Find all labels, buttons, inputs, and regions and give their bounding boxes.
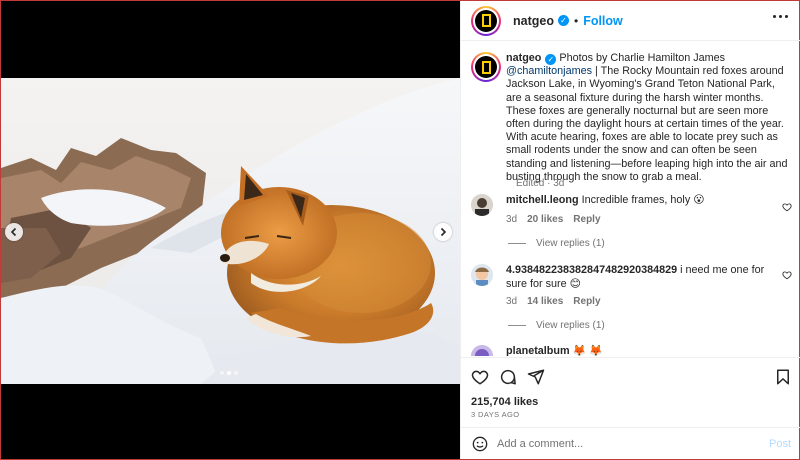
comment-reply-button[interactable]: Reply bbox=[573, 214, 600, 225]
verified-badge-icon: ✓ bbox=[557, 15, 569, 26]
comment-username[interactable]: 4.938482238382847482920384829 bbox=[506, 264, 677, 276]
header-separator: • bbox=[573, 13, 579, 28]
comment-text: mitchell.leong Incredible frames, holy 😮 bbox=[506, 194, 768, 208]
caption-text: natgeo ✓ Photos by Charlie Hamilton James… bbox=[506, 52, 790, 184]
comment-composer: Post bbox=[461, 427, 800, 459]
post-comment-button[interactable]: Post bbox=[769, 438, 791, 450]
comment-input[interactable] bbox=[497, 436, 757, 452]
chevron-left-icon bbox=[10, 227, 17, 237]
comment-username[interactable]: mitchell.leong bbox=[506, 194, 579, 206]
comment-heart-icon[interactable] bbox=[782, 270, 792, 280]
chevron-right-icon bbox=[440, 227, 447, 237]
follow-button[interactable]: Follow bbox=[583, 14, 623, 28]
bookmark-icon[interactable] bbox=[774, 368, 792, 386]
carousel-prev-button[interactable] bbox=[5, 223, 23, 241]
view-replies-button[interactable]: View replies (1) bbox=[508, 238, 605, 249]
more-options-icon[interactable] bbox=[773, 15, 788, 18]
view-replies-label: View replies (1) bbox=[536, 320, 605, 331]
comment-likes[interactable]: 14 likes bbox=[527, 296, 563, 307]
instagram-post: natgeo ✓ • Follow natgeo ✓ Photos by Char… bbox=[0, 0, 800, 460]
comment-text: planetalbum 🦊 🦊 bbox=[506, 345, 768, 356]
heart-icon[interactable] bbox=[471, 368, 489, 386]
avatar[interactable] bbox=[471, 264, 493, 286]
caption-avatar[interactable] bbox=[471, 52, 501, 82]
comment-meta: 3d 20 likes Reply bbox=[506, 214, 601, 225]
comments-scroll-area[interactable]: natgeo ✓ Photos by Charlie Hamilton James… bbox=[461, 42, 800, 356]
verified-badge-icon: ✓ bbox=[545, 54, 557, 66]
view-replies-button[interactable]: View replies (1) bbox=[508, 320, 605, 331]
carousel-next-button[interactable] bbox=[434, 223, 452, 241]
carousel-indicator bbox=[220, 371, 238, 375]
comment-content: Incredible frames, holy 😮 bbox=[581, 194, 705, 206]
caption-username[interactable]: natgeo bbox=[506, 52, 541, 64]
caption-prefix: Photos by Charlie Hamilton James bbox=[559, 52, 726, 64]
comment-age: 3d bbox=[506, 296, 518, 307]
comment-username[interactable]: planetalbum bbox=[506, 345, 570, 356]
emoji-icon[interactable] bbox=[472, 436, 488, 452]
caption-edited-timestamp: Edited · 3d bbox=[516, 178, 565, 189]
post-actions: 215,704 likes 3 DAYS AGO bbox=[461, 357, 800, 427]
comment-heart-icon[interactable] bbox=[782, 202, 792, 212]
avatar[interactable] bbox=[471, 5, 501, 36]
post-media bbox=[1, 1, 460, 459]
post-details-panel: natgeo ✓ • Follow natgeo ✓ Photos by Char… bbox=[460, 1, 800, 459]
carousel-dot bbox=[234, 371, 238, 375]
avatar[interactable] bbox=[471, 194, 493, 216]
comment-reply-button[interactable]: Reply bbox=[573, 296, 600, 307]
comment-icon[interactable] bbox=[499, 368, 517, 386]
natgeo-logo-icon bbox=[475, 56, 497, 78]
header-username[interactable]: natgeo bbox=[513, 14, 554, 28]
caption-mention-link[interactable]: @chamiltonjames bbox=[506, 65, 592, 77]
caption-body: The Rocky Mountain red foxes around Jack… bbox=[506, 65, 788, 183]
comment-likes[interactable]: 20 likes bbox=[527, 214, 563, 225]
post-date: 3 DAYS AGO bbox=[471, 410, 520, 419]
carousel-dot-active bbox=[227, 371, 231, 375]
fox-photo bbox=[1, 78, 460, 384]
carousel-dot bbox=[220, 371, 224, 375]
post-header: natgeo ✓ • Follow bbox=[461, 1, 800, 41]
comment-content: 🦊 🦊 bbox=[572, 345, 603, 356]
view-replies-label: View replies (1) bbox=[536, 238, 605, 249]
comment-meta: 3d 14 likes Reply bbox=[506, 296, 601, 307]
avatar[interactable] bbox=[471, 345, 493, 356]
share-icon[interactable] bbox=[527, 368, 545, 386]
likes-count[interactable]: 215,704 likes bbox=[471, 396, 538, 408]
natgeo-logo-icon bbox=[475, 9, 497, 32]
comment-text: 4.938482238382847482920384829 i need me … bbox=[506, 264, 768, 291]
caption-pipe: | bbox=[594, 65, 598, 78]
comment-age: 3d bbox=[506, 214, 518, 225]
